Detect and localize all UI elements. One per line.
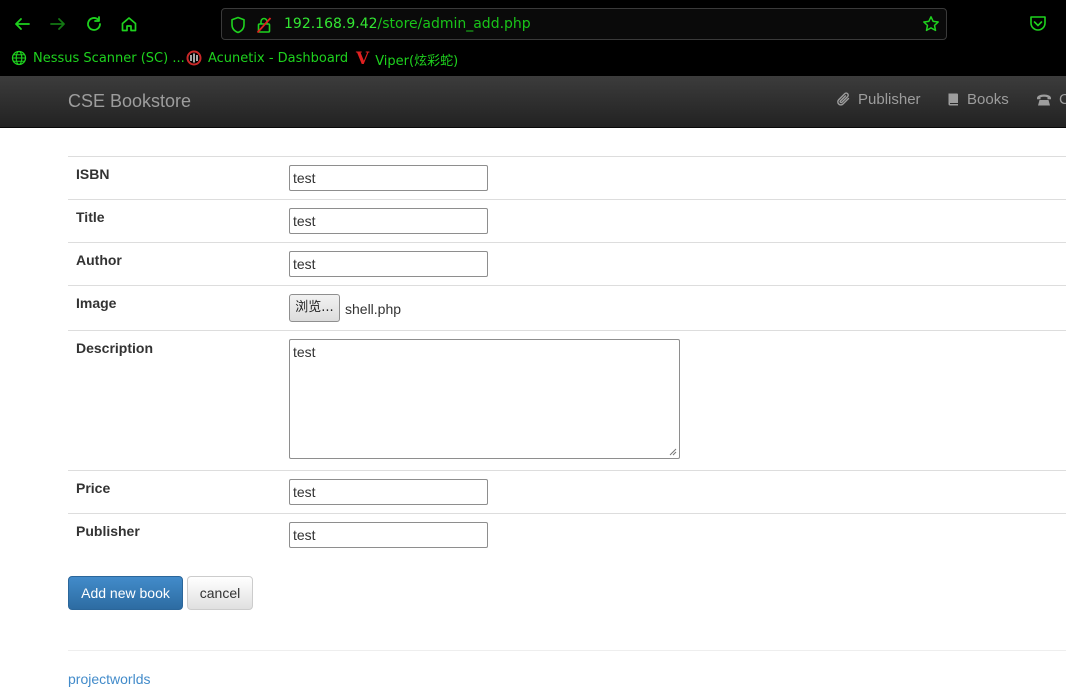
footer-link[interactable]: projectworlds — [68, 671, 150, 687]
bookmark-star-icon[interactable] — [922, 15, 940, 33]
nav-link-label: Publisher — [858, 91, 921, 108]
title-label: Title — [76, 209, 105, 225]
browser-toolbar: 192.168.9.42/store/admin_add.php Nessus … — [0, 0, 1066, 76]
pocket-icon[interactable] — [1028, 14, 1048, 34]
nav-link-contact[interactable]: C — [1036, 91, 1066, 108]
nav-link-publisher[interactable]: Publisher — [836, 91, 921, 108]
add-book-form: ISBN Title Author Image 浏览... shell.php … — [68, 156, 1066, 556]
image-label: Image — [76, 295, 117, 311]
author-row: Author — [68, 242, 1066, 285]
viper-logo-icon: V — [356, 49, 370, 69]
insecure-lock-icon[interactable] — [256, 16, 272, 34]
author-input[interactable] — [289, 251, 488, 277]
nav-link-label: Books — [967, 91, 1009, 108]
bookmark-label: Nessus Scanner (SC) ... — [33, 50, 185, 66]
back-button[interactable] — [9, 11, 35, 37]
url-path: /store/admin_add.php — [377, 16, 531, 32]
reload-icon — [87, 16, 101, 31]
price-label: Price — [76, 480, 111, 496]
description-row: Description test — [68, 330, 1066, 470]
site-navbar: CSE Bookstore Publisher Books C — [0, 76, 1066, 128]
description-textarea[interactable]: test — [289, 339, 680, 459]
url-bar[interactable]: 192.168.9.42/store/admin_add.php — [221, 8, 947, 40]
url-text[interactable]: 192.168.9.42/store/admin_add.php — [284, 16, 531, 32]
browse-file-button[interactable]: 浏览... — [289, 294, 340, 322]
bookmark-nessus[interactable]: Nessus Scanner (SC) ... — [11, 50, 185, 66]
footer-divider — [68, 650, 1066, 651]
nav-link-label: C — [1059, 91, 1066, 108]
book-icon — [948, 93, 958, 106]
brand-link[interactable]: CSE Bookstore — [68, 91, 191, 112]
description-label: Description — [76, 340, 154, 356]
publisher-label: Publisher — [76, 523, 140, 539]
phone-icon — [1037, 94, 1051, 105]
home-button[interactable] — [116, 11, 142, 37]
bookmark-label: Viper(炫彩蛇) — [375, 54, 459, 69]
isbn-label: ISBN — [76, 166, 110, 182]
nav-link-books[interactable]: Books — [947, 91, 1009, 108]
shield-icon[interactable] — [230, 16, 246, 34]
image-row: Image 浏览... shell.php — [68, 285, 1066, 330]
home-icon — [121, 17, 137, 32]
url-host: 192.168.9.42 — [284, 16, 378, 32]
bookmark-label: Acunetix - Dashboard — [208, 50, 349, 66]
reload-button[interactable] — [81, 11, 107, 37]
arrow-left-icon — [15, 18, 30, 30]
isbn-input[interactable] — [289, 165, 488, 191]
add-new-book-button[interactable]: Add new book — [68, 576, 183, 610]
title-row: Title — [68, 199, 1066, 242]
acunetix-logo-icon — [186, 50, 202, 66]
forward-button[interactable] — [45, 11, 71, 37]
bookmark-viper[interactable]: V Viper(炫彩蛇) — [356, 49, 459, 70]
price-row: Price — [68, 470, 1066, 513]
bookmark-acunetix[interactable]: Acunetix - Dashboard — [186, 50, 348, 66]
globe-icon — [11, 50, 27, 66]
cancel-button[interactable]: cancel — [187, 576, 253, 610]
selected-file-name: shell.php — [345, 301, 402, 317]
bookmarks-bar: Nessus Scanner (SC) ... Acunetix - Dashb… — [0, 48, 1066, 72]
resize-grip-icon[interactable] — [667, 446, 677, 456]
arrow-right-icon — [50, 18, 65, 30]
title-input[interactable] — [289, 208, 488, 234]
author-label: Author — [76, 252, 122, 268]
isbn-row: ISBN — [68, 156, 1066, 199]
price-input[interactable] — [289, 479, 488, 505]
paperclip-icon — [837, 92, 850, 106]
publisher-row: Publisher — [68, 513, 1066, 556]
publisher-input[interactable] — [289, 522, 488, 548]
